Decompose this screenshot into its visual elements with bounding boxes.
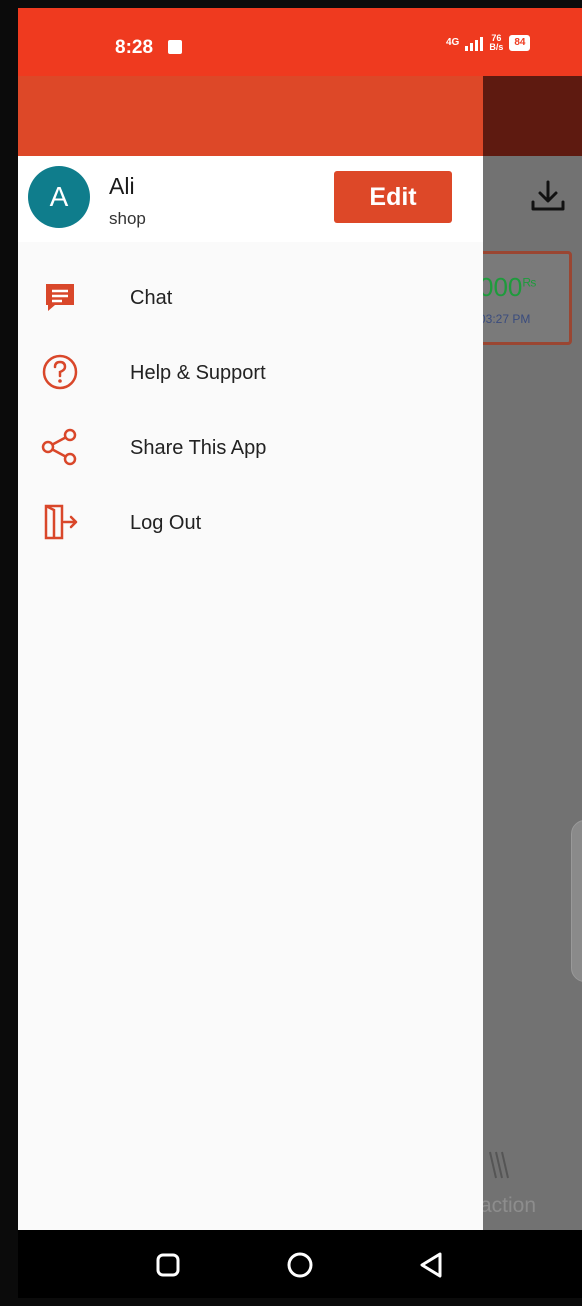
logout-icon: [44, 504, 78, 540]
transaction-tab-label[interactable]: action: [480, 1194, 536, 1218]
background-amount-value: 000: [479, 272, 523, 302]
recent-apps-icon[interactable]: [150, 1247, 186, 1283]
profile-name: Ali: [109, 173, 135, 199]
menu-label-chat: Chat: [130, 287, 173, 309]
network-type: 4G: [446, 37, 460, 48]
status-time: 8:28: [115, 37, 154, 58]
system-navigation-bar: [18, 1230, 582, 1298]
menu-item-logout[interactable]: Log Out: [18, 485, 483, 560]
drawer-header: [18, 76, 483, 156]
battery-icon: 84: [509, 35, 531, 51]
menu-label-help: Help & Support: [130, 362, 266, 384]
drawer-menu: Chat Help & Support Share This App Log O…: [18, 260, 483, 560]
background-floating-handle[interactable]: [571, 820, 582, 982]
profile-section: A Ali shop Edit: [18, 156, 483, 242]
status-bar: 8:28 4G 76 B/s 84: [18, 8, 582, 76]
notification-icon: [168, 40, 182, 54]
chat-icon: [46, 284, 74, 311]
back-icon[interactable]: [414, 1247, 450, 1283]
transaction-tab-icon[interactable]: [486, 1148, 512, 1182]
share-icon: [41, 428, 77, 466]
menu-label-share: Share This App: [130, 437, 267, 459]
background-time: 03:27 PM: [479, 312, 531, 326]
phone-screen: 8:28 4G 76 B/s 84 000₨ 03:27 PM action A…: [18, 8, 582, 1298]
home-icon[interactable]: [282, 1247, 318, 1283]
menu-item-help[interactable]: Help & Support: [18, 335, 483, 410]
navigation-drawer: A Ali shop Edit Chat Help & Support Shar…: [18, 76, 483, 1230]
background-amount-suffix: ₨: [522, 275, 537, 290]
status-indicators: 4G 76 B/s 84: [446, 34, 531, 52]
profile-role: shop: [109, 209, 146, 228]
menu-item-share[interactable]: Share This App: [18, 410, 483, 485]
avatar[interactable]: A: [28, 166, 90, 228]
background-amount: 000₨: [479, 272, 536, 303]
speed-unit: B/s: [489, 42, 504, 52]
edit-button[interactable]: Edit: [334, 171, 452, 223]
menu-item-chat[interactable]: Chat: [18, 260, 483, 335]
download-icon[interactable]: [528, 176, 568, 216]
menu-label-logout: Log Out: [130, 512, 202, 534]
help-icon: [42, 354, 78, 390]
network-speed: 76 B/s: [489, 34, 503, 52]
signal-icon: [465, 35, 484, 51]
